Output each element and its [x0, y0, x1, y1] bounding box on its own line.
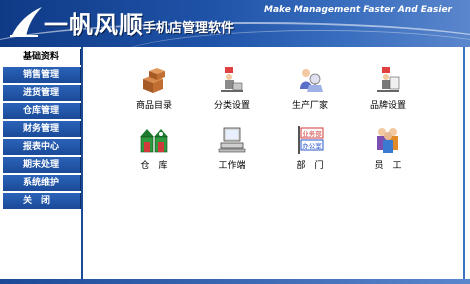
sign-office: 办公室	[302, 141, 322, 150]
tile-department[interactable]: 业务部 办公室 部 门	[275, 125, 345, 177]
tile-label: 仓 库	[140, 161, 168, 171]
app-title: 一帆风顺	[44, 11, 144, 39]
tile-product-catalog[interactable]: 商品目录	[119, 65, 189, 117]
department-icon: 业务部 办公室	[298, 126, 324, 154]
warehouse-icon	[140, 129, 168, 153]
tile-warehouse[interactable]: 仓 库	[119, 125, 189, 177]
sidebar-item-warehouse[interactable]: 仓库管理	[3, 103, 81, 119]
sail-logo-icon	[10, 7, 42, 37]
tile-label: 商品目录	[135, 101, 172, 111]
sidebar-item-reports[interactable]: 报表中心	[3, 139, 81, 155]
tile-label: 员 工	[374, 161, 402, 171]
header-banner: 一帆风顺 手机店管理软件 Make Management Faster And …	[0, 0, 470, 47]
bottom-bar	[0, 279, 470, 284]
sidebar-item-period-end[interactable]: 期末处理	[3, 157, 81, 173]
app-subtitle: 手机店管理软件	[143, 21, 235, 36]
app-window: 一帆风顺 手机店管理软件 Make Management Faster And …	[0, 0, 470, 284]
manufacturer-icon	[300, 69, 323, 92]
tile-label: 部 门	[296, 161, 324, 171]
main-panel: 商品目录 分类设置 生产厂家 品牌设置 仓 库 工作端 业务部 办公室 部 门 …	[81, 47, 462, 280]
tile-manufacturer[interactable]: 生产厂家	[275, 65, 345, 117]
sidebar-item-purchasing[interactable]: 进货管理	[3, 85, 81, 101]
slogan-text: Make Management Faster And Easier	[264, 5, 452, 15]
right-divider	[463, 47, 465, 280]
sign-sales-dept: 业务部	[302, 129, 322, 138]
tile-label: 生产厂家	[291, 101, 328, 111]
tile-label: 品牌设置	[369, 101, 406, 111]
sidebar-item-sales[interactable]: 销售管理	[3, 67, 81, 83]
tile-label: 分类设置	[213, 101, 250, 111]
tile-employees[interactable]: 员 工	[353, 125, 423, 177]
tile-workstation[interactable]: 工作端	[197, 125, 267, 177]
boxes-icon	[143, 68, 165, 93]
tile-label: 工作端	[218, 161, 246, 171]
sidebar-item-system[interactable]: 系统维护	[3, 175, 81, 191]
classify-icon	[221, 67, 243, 92]
tile-brand-settings[interactable]: 品牌设置	[353, 65, 423, 117]
sidebar-item-finance[interactable]: 财务管理	[3, 121, 81, 137]
sidebar-nav: 基础资料 销售管理 进货管理 仓库管理 财务管理 报表中心 期末处理 系统维护 …	[0, 47, 81, 284]
workstation-icon	[218, 127, 246, 153]
brand-icon	[377, 67, 400, 92]
tile-category-settings[interactable]: 分类设置	[197, 65, 267, 117]
sidebar-item-close[interactable]: 关 闭	[3, 193, 81, 209]
sidebar-item-basic-data[interactable]: 基础资料	[3, 49, 81, 65]
employees-icon	[377, 128, 398, 153]
